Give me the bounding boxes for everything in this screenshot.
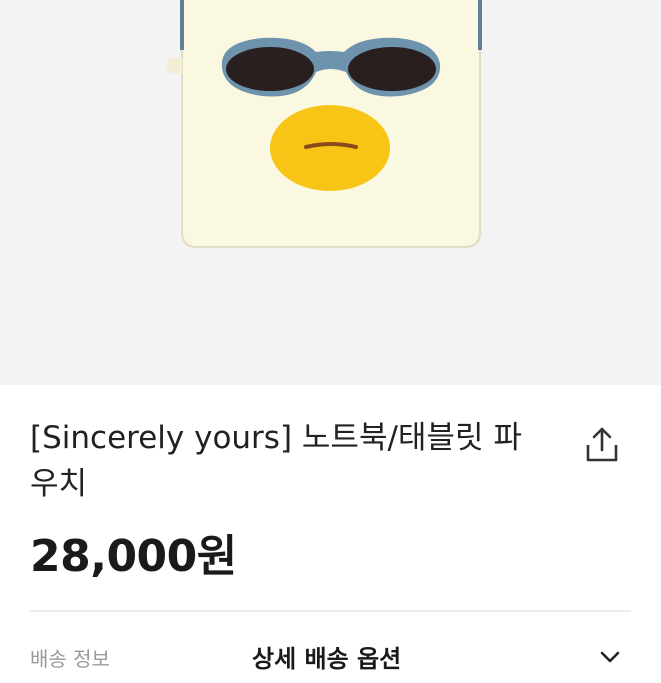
product-title: [Sincerely yours] 노트북/태블릿 파우치 — [30, 420, 522, 502]
product-info: [Sincerely yours] 노트북/태블릿 파우치 28,000원 배송… — [0, 385, 661, 673]
chevron-down-icon[interactable] — [598, 649, 622, 665]
share-icon — [586, 427, 618, 462]
product-price: 28,000원 — [30, 531, 237, 582]
zipper-pull — [166, 58, 182, 74]
product-image[interactable] — [0, 0, 661, 385]
beak — [270, 105, 390, 191]
pouch-illustration — [166, 0, 482, 248]
delivery-info-row[interactable]: 배송 정보 상세 배송 옵션 — [30, 643, 631, 683]
delivery-info-label: 배송 정보 — [30, 647, 110, 671]
delivery-option-value: 상세 배송 옵션 — [252, 645, 402, 673]
share-button[interactable] — [580, 423, 624, 467]
divider — [30, 610, 631, 612]
